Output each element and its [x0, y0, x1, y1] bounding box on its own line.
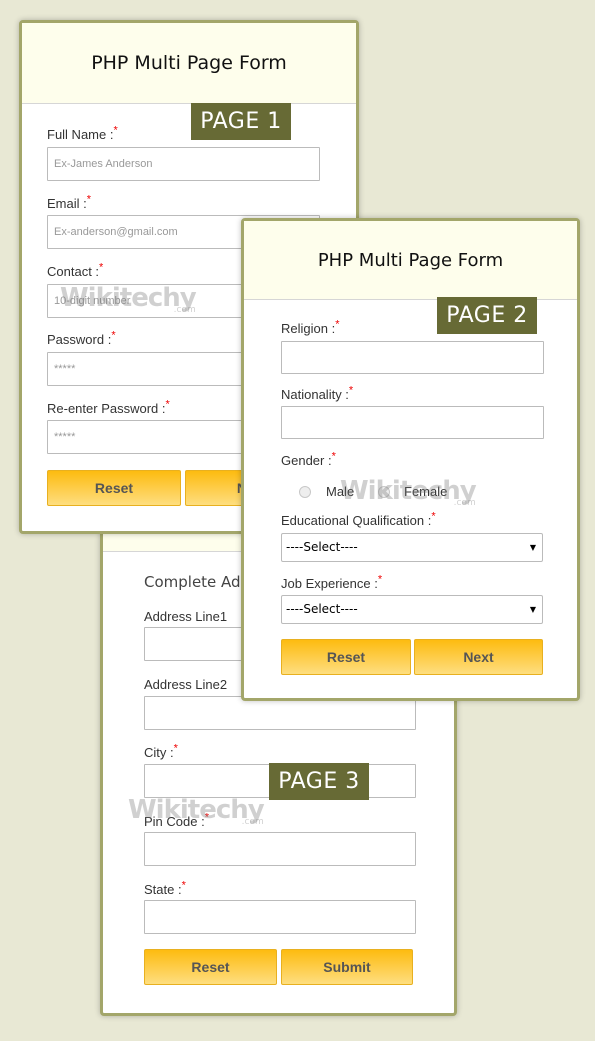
address-line2-input[interactable]	[144, 696, 416, 730]
submit-button[interactable]: Submit	[281, 949, 413, 985]
required-mark: *	[99, 261, 104, 274]
nationality-label: Nationality :*	[281, 384, 354, 402]
required-mark: *	[165, 398, 170, 411]
job-experience-select[interactable]: ----Select---- ▼	[281, 595, 543, 624]
gender-male-label: Male	[326, 484, 355, 499]
education-label: Educational Qualification :*	[281, 510, 436, 528]
address-line2-label: Address Line2	[144, 677, 228, 692]
education-select[interactable]: ----Select---- ▼	[281, 533, 543, 562]
page3-reset-button[interactable]: Reset	[144, 949, 277, 985]
education-select-value: ----Select----	[286, 540, 358, 554]
required-mark: *	[86, 193, 92, 206]
page2-reset-button[interactable]: Reset	[281, 639, 411, 675]
state-label: State :*	[144, 879, 186, 897]
required-mark: *	[348, 384, 354, 397]
pin-code-label: Pin Code :*	[144, 811, 209, 829]
dropdown-arrow-icon: ▼	[529, 605, 536, 614]
required-mark: *	[173, 742, 178, 755]
required-mark: *	[331, 450, 336, 463]
page2-next-button[interactable]: Next	[414, 639, 543, 675]
pin-code-input[interactable]	[144, 832, 416, 866]
gender-label: Gender :*	[281, 450, 336, 468]
required-mark: *	[204, 811, 209, 824]
required-mark: *	[113, 124, 118, 137]
email-label: Email :*	[47, 193, 92, 211]
full-name-label: Full Name :*	[47, 124, 118, 142]
page3-badge: PAGE 3	[269, 763, 369, 800]
page1-reset-button[interactable]: Reset	[47, 470, 181, 506]
gender-male-radio[interactable]	[299, 486, 311, 498]
required-mark: *	[111, 329, 116, 342]
page2-badge: PAGE 2	[437, 297, 537, 334]
nationality-input[interactable]	[281, 406, 544, 439]
page1-title: PHP Multi Page Form	[91, 52, 287, 74]
contact-label: Contact :*	[47, 261, 104, 279]
gender-female-radio[interactable]	[378, 486, 390, 498]
required-mark: *	[431, 510, 436, 523]
job-experience-label: Job Experience :*	[281, 573, 383, 591]
city-label: City :*	[144, 742, 178, 760]
required-mark: *	[181, 879, 186, 892]
password-label: Password :*	[47, 329, 116, 347]
job-experience-select-value: ----Select----	[286, 602, 358, 616]
religion-input[interactable]	[281, 341, 544, 374]
required-mark: *	[377, 573, 383, 586]
full-name-input[interactable]: Ex-James Anderson	[47, 147, 320, 181]
page1-header: PHP Multi Page Form	[22, 23, 356, 104]
gender-female-label: Female	[404, 484, 448, 499]
page2-card: PHP Multi Page Form Religion :* National…	[241, 218, 580, 701]
page1-badge: PAGE 1	[191, 103, 291, 140]
dropdown-arrow-icon: ▼	[529, 543, 536, 552]
page2-title: PHP Multi Page Form	[317, 249, 504, 271]
religion-label: Religion :*	[281, 318, 340, 336]
reenter-password-label: Re-enter Password :*	[47, 398, 170, 416]
state-input[interactable]	[144, 900, 416, 934]
address-line1-label: Address Line1	[144, 609, 228, 624]
required-mark: *	[335, 318, 340, 331]
page2-header: PHP Multi Page Form	[244, 221, 577, 300]
